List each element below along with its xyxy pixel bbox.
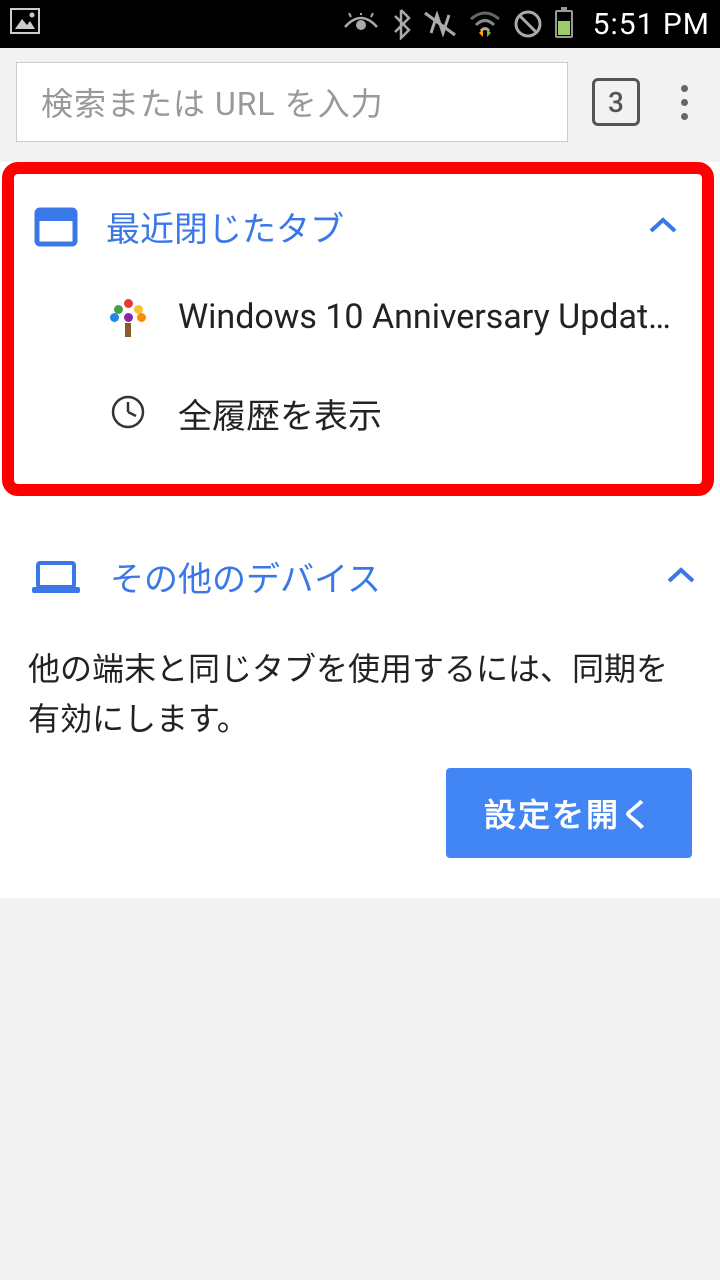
eye-icon (343, 13, 379, 35)
show-full-history[interactable]: 全履歴を表示 (14, 363, 702, 464)
chevron-up-icon (666, 566, 696, 588)
omnibox[interactable]: 検索または URL を入力 (16, 62, 568, 142)
favicon-icon (110, 297, 146, 337)
tab-switcher-button[interactable]: 3 (592, 78, 640, 126)
history-label: 全履歴を表示 (178, 389, 678, 438)
other-devices-header[interactable]: その他のデバイス (0, 524, 720, 621)
recent-tab-item[interactable]: Windows 10 Anniversary Update… (14, 271, 702, 363)
omnibox-placeholder: 検索または URL を入力 (41, 79, 384, 125)
other-devices-card: その他のデバイス 他の端末と同じタブを使用するには、同期を有効にします。 設定を… (0, 496, 720, 898)
battery-icon (555, 10, 573, 38)
other-devices-title: その他のデバイス (110, 552, 638, 601)
browser-toolbar: 検索または URL を入力 3 (0, 48, 720, 156)
recent-tabs-card: 最近閉じたタブ Windows 10 Anniversary Update… 全… (2, 162, 714, 496)
laptop-icon (30, 559, 82, 595)
image-icon (10, 8, 40, 41)
recent-tabs-header[interactable]: 最近閉じたタブ (14, 174, 702, 271)
clock-text: 5:51 PM (593, 7, 710, 42)
tab-icon (34, 207, 78, 247)
recent-tabs-title: 最近閉じたタブ (106, 202, 620, 251)
open-settings-button[interactable]: 設定を開く (446, 768, 692, 858)
menu-button[interactable] (664, 79, 704, 126)
sync-message: 他の端末と同じタブを使用するには、同期を有効にします。 (0, 621, 720, 744)
wifi-icon (469, 11, 501, 37)
bluetooth-icon (391, 8, 411, 40)
recent-tab-label: Windows 10 Anniversary Update… (178, 297, 678, 337)
no-data-icon (513, 9, 543, 39)
tab-count-value: 3 (608, 86, 624, 119)
clock-icon (110, 394, 146, 434)
chevron-up-icon (648, 216, 678, 238)
status-bar: 5:51 PM (0, 0, 720, 48)
vibrate-icon (423, 9, 457, 39)
